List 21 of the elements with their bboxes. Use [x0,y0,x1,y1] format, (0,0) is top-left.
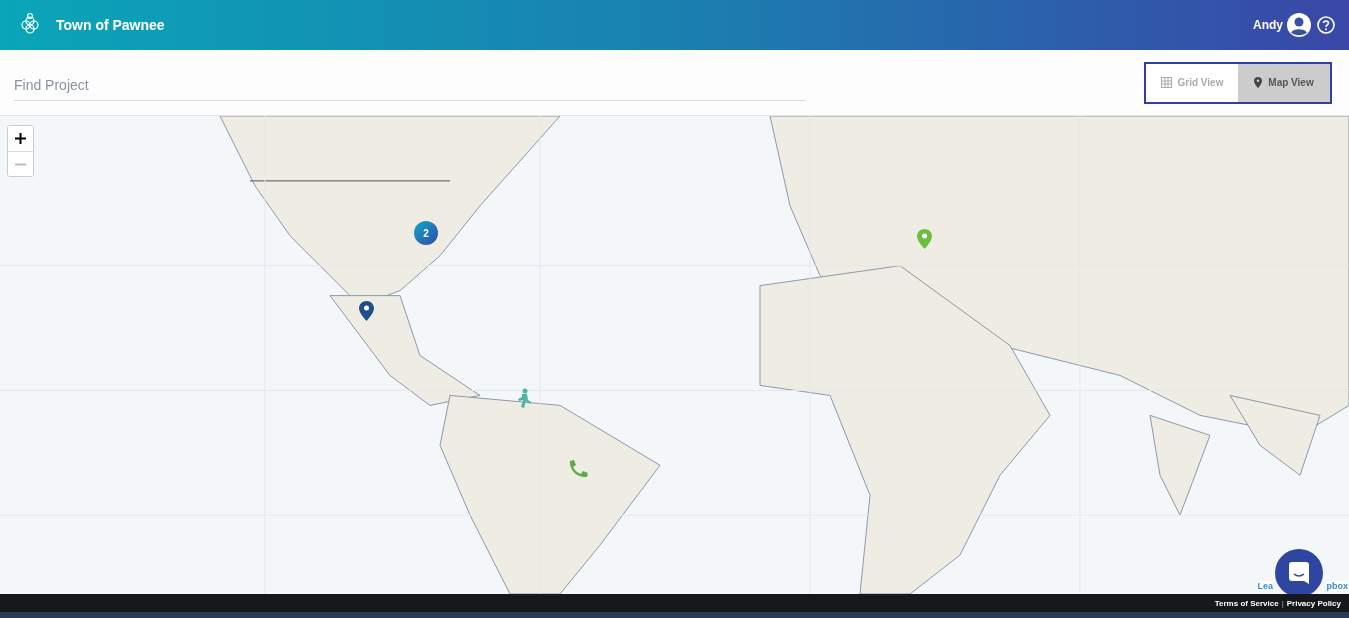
footer-separator: | [1281,598,1284,608]
find-project-field[interactable]: Find Project [14,70,806,101]
person-marker-icon[interactable] [516,388,532,408]
pin-icon [1254,77,1263,88]
zoom-in-button[interactable] [8,126,33,151]
phone-marker-icon[interactable] [568,460,588,478]
pin-marker-icon[interactable] [917,229,932,249]
help-icon[interactable] [1317,16,1335,34]
pin-marker-icon[interactable] [359,301,374,321]
plus-icon [15,133,26,144]
grid-icon [1160,77,1172,88]
map-attribution: pbox [1326,581,1348,591]
app-title: Town of Pawnee [56,17,166,33]
footer-link[interactable]: Privacy Policy [1286,598,1341,608]
footer-link[interactable]: Terms of Service [1214,598,1279,608]
user-avatar-icon[interactable] [1287,13,1311,37]
map-attribution: Lea [1257,581,1273,591]
user-name: Andy [1253,18,1283,32]
map-view-button[interactable]: Map View [1238,63,1330,102]
chat-bubble-icon [1287,561,1311,585]
clover-logo-icon [20,13,40,37]
